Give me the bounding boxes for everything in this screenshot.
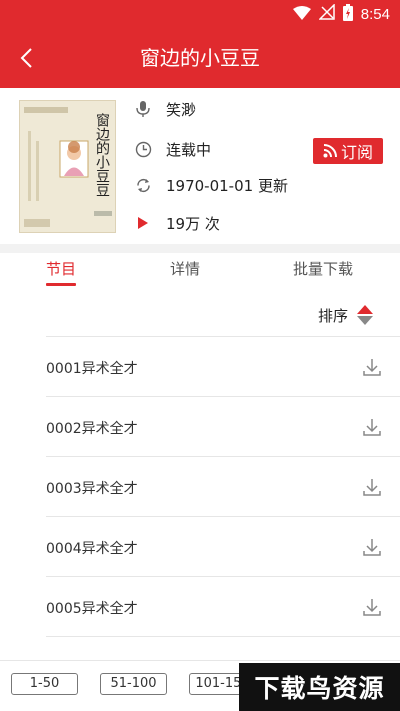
episode-item[interactable]: 0003异术全才 (46, 457, 400, 517)
download-icon[interactable] (362, 537, 382, 557)
section-divider (0, 244, 400, 253)
episode-title: 0004异术全才 (46, 541, 138, 557)
download-icon[interactable] (362, 417, 382, 437)
sort-arrows-icon (357, 305, 374, 325)
microphone-icon (134, 100, 152, 118)
wifi-icon (292, 5, 311, 24)
list-divider (46, 636, 400, 637)
play-count: 19万 次 (166, 214, 220, 233)
episode-title: 0005异术全才 (46, 601, 138, 617)
updated-row: 1970-01-01 更新 (134, 172, 288, 198)
episode-item[interactable]: 0002异术全才 (46, 397, 400, 457)
bottom-divider (0, 660, 400, 661)
range-button[interactable]: 1-50 (11, 673, 78, 695)
range-button[interactable]: 51-100 (100, 673, 167, 695)
book-cover: 窗边的小豆豆 (19, 100, 116, 233)
serial-status: 连载中 (166, 140, 212, 159)
book-cover-art: 窗边的小豆豆 (20, 101, 115, 232)
rss-icon (323, 144, 337, 158)
battery-charging-icon (342, 3, 353, 25)
plays-row: 19万 次 (134, 210, 220, 236)
episode-title: 0001异术全才 (46, 361, 138, 377)
refresh-icon (134, 176, 152, 194)
download-icon[interactable] (362, 477, 382, 497)
sort-label: 排序 (318, 306, 349, 325)
episode-item[interactable]: 0004异术全才 (46, 517, 400, 577)
tab-episodes[interactable]: 节目 (46, 258, 76, 284)
active-tab-indicator (46, 283, 76, 286)
no-signal-icon (317, 3, 335, 24)
status-time: 8:54 (360, 5, 390, 23)
subscribe-button[interactable]: 订阅 (313, 138, 383, 164)
tab-details[interactable]: 详情 (160, 258, 210, 284)
watermark-logo: 下载鸟资源 (239, 663, 400, 711)
subscribe-label: 订阅 (340, 143, 373, 162)
status-row: 连载中 (134, 136, 211, 162)
update-date: 1970-01-01 更新 (166, 176, 288, 195)
cover-title-text: 窗边的小豆豆 (94, 112, 110, 197)
episode-item[interactable]: 0005异术全才 (46, 577, 400, 637)
tab-batch-download[interactable]: 批量下载 (286, 258, 360, 284)
sort-button[interactable]: 排序 (318, 302, 374, 328)
app-header: 窗边的小豆豆 (0, 28, 400, 88)
play-icon (134, 214, 152, 232)
download-icon[interactable] (362, 357, 382, 377)
episode-item[interactable]: 0001异术全才 (46, 337, 400, 397)
episode-title: 0002异术全才 (46, 421, 138, 437)
status-icons: 8:54 (292, 3, 390, 25)
page-title: 窗边的小豆豆 (140, 46, 260, 70)
episode-title: 0003异术全才 (46, 481, 138, 497)
author-name: 笑渺 (166, 100, 197, 119)
status-bar: 8:54 (0, 0, 400, 28)
clock-icon (134, 140, 152, 158)
author-row: 笑渺 (134, 96, 196, 122)
download-icon[interactable] (362, 597, 382, 617)
